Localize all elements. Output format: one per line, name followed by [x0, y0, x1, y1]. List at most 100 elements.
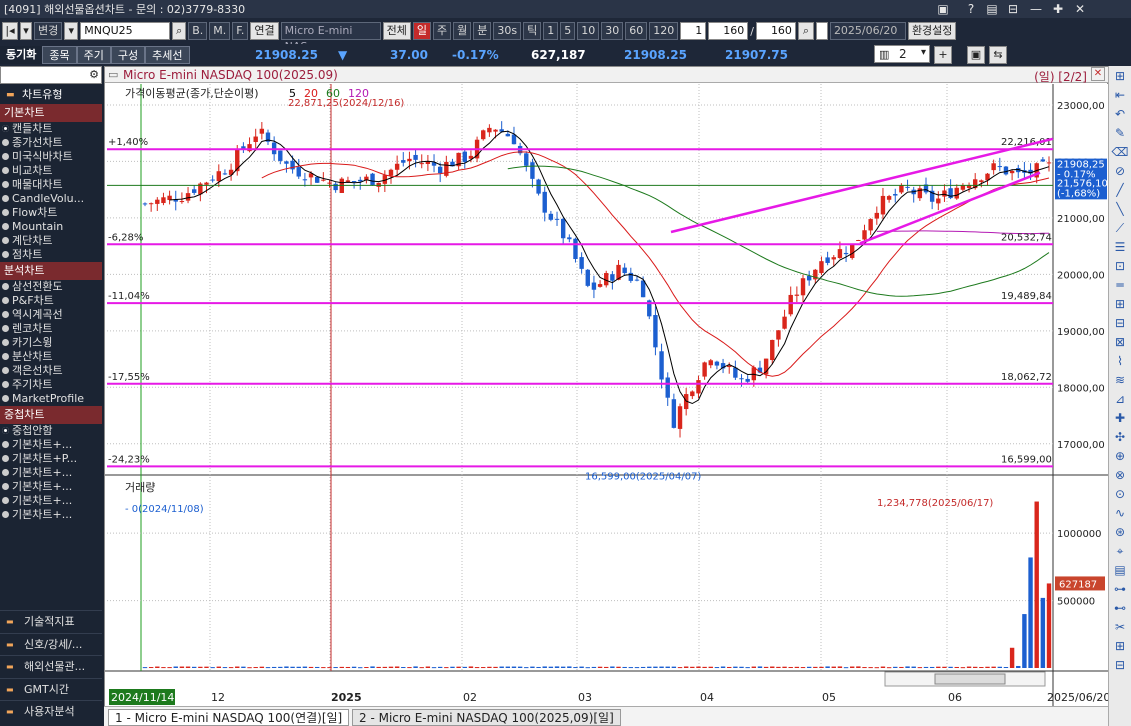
sidebar-item-overlay-4[interactable]: 기본차트+...	[0, 480, 102, 494]
arrow-l-icon[interactable]: ⊶	[1111, 580, 1129, 598]
query-icon[interactable]: ⌕	[797, 22, 814, 40]
option-f[interactable]: F.	[232, 22, 249, 40]
num-30[interactable]: 30	[601, 22, 624, 40]
sidebar-section-0[interactable]: 기술적지표	[0, 610, 102, 633]
prev-icon[interactable]: |◂	[2, 22, 18, 40]
box-icon[interactable]: ⊡	[1111, 257, 1129, 275]
sidebar-item-overlay-6[interactable]: 기본차트+...	[0, 508, 102, 522]
sidebar-item-overlay-0[interactable]: 중첩안함	[0, 424, 102, 438]
sine-icon[interactable]: ∿	[1111, 504, 1129, 522]
sidebar-item-basic-9[interactable]: 점차트	[0, 248, 102, 262]
sidebar-item-analysis-4[interactable]: 카기스윙	[0, 336, 102, 350]
dot-circle-icon[interactable]: ⊙	[1111, 485, 1129, 503]
option-b[interactable]: B.	[188, 22, 208, 40]
instrument-field[interactable]: Micro E-mini NAS	[280, 22, 381, 53]
help-icon[interactable]: ?	[963, 1, 979, 17]
symbol-input[interactable]: MNQU25	[80, 22, 171, 40]
circle-plus-icon[interactable]: ⊕	[1111, 447, 1129, 465]
target-icon[interactable]: ⌖	[1111, 542, 1129, 560]
search-icon[interactable]: ⚙	[89, 68, 99, 81]
num-5[interactable]: 5	[560, 22, 576, 40]
search-icon[interactable]: ⌕	[172, 22, 187, 40]
sidebar-search[interactable]: ⚙	[0, 66, 102, 84]
sidebar-item-analysis-2[interactable]: 역시계곡선	[0, 308, 102, 322]
sidebar-item-basic-0[interactable]: 캔들차트	[0, 122, 102, 136]
sidebar-item-overlay-3[interactable]: 기본차트+...	[0, 466, 102, 480]
sidebar-item-analysis-1[interactable]: P&F차트	[0, 294, 102, 308]
link-button[interactable]: 연결	[250, 22, 279, 40]
cross-box-icon[interactable]: ⊠	[1111, 333, 1129, 351]
sidebar-item-overlay-2[interactable]: 기본차트+P...	[0, 452, 102, 466]
date-checkbox[interactable]	[815, 22, 828, 40]
close-icon[interactable]: ✕	[1072, 1, 1088, 17]
period-minute[interactable]: 분	[473, 22, 492, 40]
tab-sync[interactable]: 동기화	[0, 46, 43, 64]
eraser-icon[interactable]: ⌫	[1111, 143, 1129, 161]
swap-icon[interactable]: ⇆	[989, 46, 1007, 64]
settings-button[interactable]: 환경설정	[907, 22, 957, 40]
sidebar-item-basic-7[interactable]: Mountain	[0, 220, 102, 234]
sidebar-item-analysis-3[interactable]: 렌코차트	[0, 322, 102, 336]
save-icon[interactable]: ▤	[984, 1, 1000, 17]
wave-icon[interactable]: ≋	[1111, 371, 1129, 389]
sidebar-item-basic-1[interactable]: 종가선차트	[0, 136, 102, 150]
close-icon[interactable]: ✕	[1091, 67, 1105, 81]
plus-icon[interactable]: ✚	[1111, 409, 1129, 427]
sidebar-item-analysis-7[interactable]: 주기차트	[0, 378, 102, 392]
tab-config[interactable]: 구성	[110, 46, 146, 64]
stop-icon[interactable]: ⊘	[1111, 162, 1129, 180]
price-chart[interactable]: 23000,0022000,0021000,0020000,0019000,00…	[105, 84, 1109, 706]
change-button[interactable]: 변경	[34, 22, 63, 40]
undo-icon[interactable]: ↶	[1111, 105, 1129, 123]
sidebar-item-basic-4[interactable]: 매물대차트	[0, 178, 102, 192]
sidebar-section-4[interactable]: 사용자분석	[0, 700, 102, 723]
star-icon[interactable]: ✣	[1111, 428, 1129, 446]
restore-icon[interactable]: ✚	[1050, 1, 1066, 17]
date-input[interactable]: 2025/06/20	[829, 22, 906, 40]
period-week[interactable]: 주	[432, 22, 452, 40]
sidebar-item-basic-5[interactable]: CandleVolu...	[0, 192, 102, 206]
pen-icon[interactable]: ✎	[1111, 124, 1129, 142]
num-120[interactable]: 120	[649, 22, 679, 40]
num-60[interactable]: 60	[625, 22, 648, 40]
arrow-r-icon[interactable]: ⊷	[1111, 599, 1129, 617]
sidebar-item-overlay-1[interactable]: 기본차트+...	[0, 438, 102, 452]
grid2-icon[interactable]: ⊞	[1111, 295, 1129, 313]
interval-input[interactable]: 1	[680, 22, 707, 40]
layout-select[interactable]: ▥ 2 ▾	[874, 45, 930, 63]
sidebar-section-1[interactable]: 신호/강세/...	[0, 632, 102, 656]
scissors-icon[interactable]: ✂	[1111, 618, 1129, 636]
trend-icon[interactable]: ⟋	[1111, 219, 1129, 237]
sidebar-section-2[interactable]: 해외선물관...	[0, 655, 102, 678]
circle-x-icon[interactable]: ⊗	[1111, 466, 1129, 484]
num-1[interactable]: 1	[543, 22, 559, 40]
minus-box-icon[interactable]: ⊟	[1111, 314, 1129, 332]
layout2-icon[interactable]: ⊟	[1111, 656, 1129, 674]
table-icon[interactable]: ▤	[1111, 561, 1129, 579]
pin-icon[interactable]: ▣	[935, 1, 951, 17]
chevron-down-icon[interactable]: ▾	[64, 22, 79, 40]
period-30s[interactable]: 30s	[493, 22, 522, 40]
tab-trendline[interactable]: 추세선	[145, 46, 190, 64]
vline-icon[interactable]: ⌇	[1111, 352, 1129, 370]
triangle-icon[interactable]: ⊿	[1111, 390, 1129, 408]
chart-tab-1[interactable]: 1 - Micro E-mini NASDAQ 100(연결)[일]	[108, 709, 350, 726]
layout-icon[interactable]: ⊟	[1005, 1, 1021, 17]
count-input-a[interactable]: 160	[708, 22, 749, 40]
chart-panel[interactable]: ▭ Micro E-mini NASDAQ 100(2025.09) (일) […	[104, 66, 1109, 706]
dropdown-icon[interactable]: ▾	[20, 22, 32, 40]
sidebar-section-3[interactable]: GMT시간	[0, 677, 102, 701]
sidebar-item-overlay-5[interactable]: 기본차트+...	[0, 494, 102, 508]
sidebar-item-basic-3[interactable]: 비교차트	[0, 164, 102, 178]
grid-icon[interactable]: ⊞	[1111, 67, 1129, 85]
tab-period[interactable]: 주기	[76, 46, 111, 64]
add-icon[interactable]: +	[934, 46, 952, 64]
home-icon[interactable]: ⇤	[1111, 86, 1129, 104]
sidebar-item-basic-6[interactable]: Flow차트	[0, 206, 102, 220]
all-button[interactable]: 전체	[382, 22, 411, 40]
num-10[interactable]: 10	[577, 22, 600, 40]
line-down-icon[interactable]: ╲	[1111, 200, 1129, 218]
period-month[interactable]: 월	[453, 22, 472, 40]
hline-icon[interactable]: ═	[1111, 276, 1129, 294]
chart-tab-2[interactable]: 2 - Micro E-mini NASDAQ 100(2025,09)[일]	[352, 709, 621, 726]
